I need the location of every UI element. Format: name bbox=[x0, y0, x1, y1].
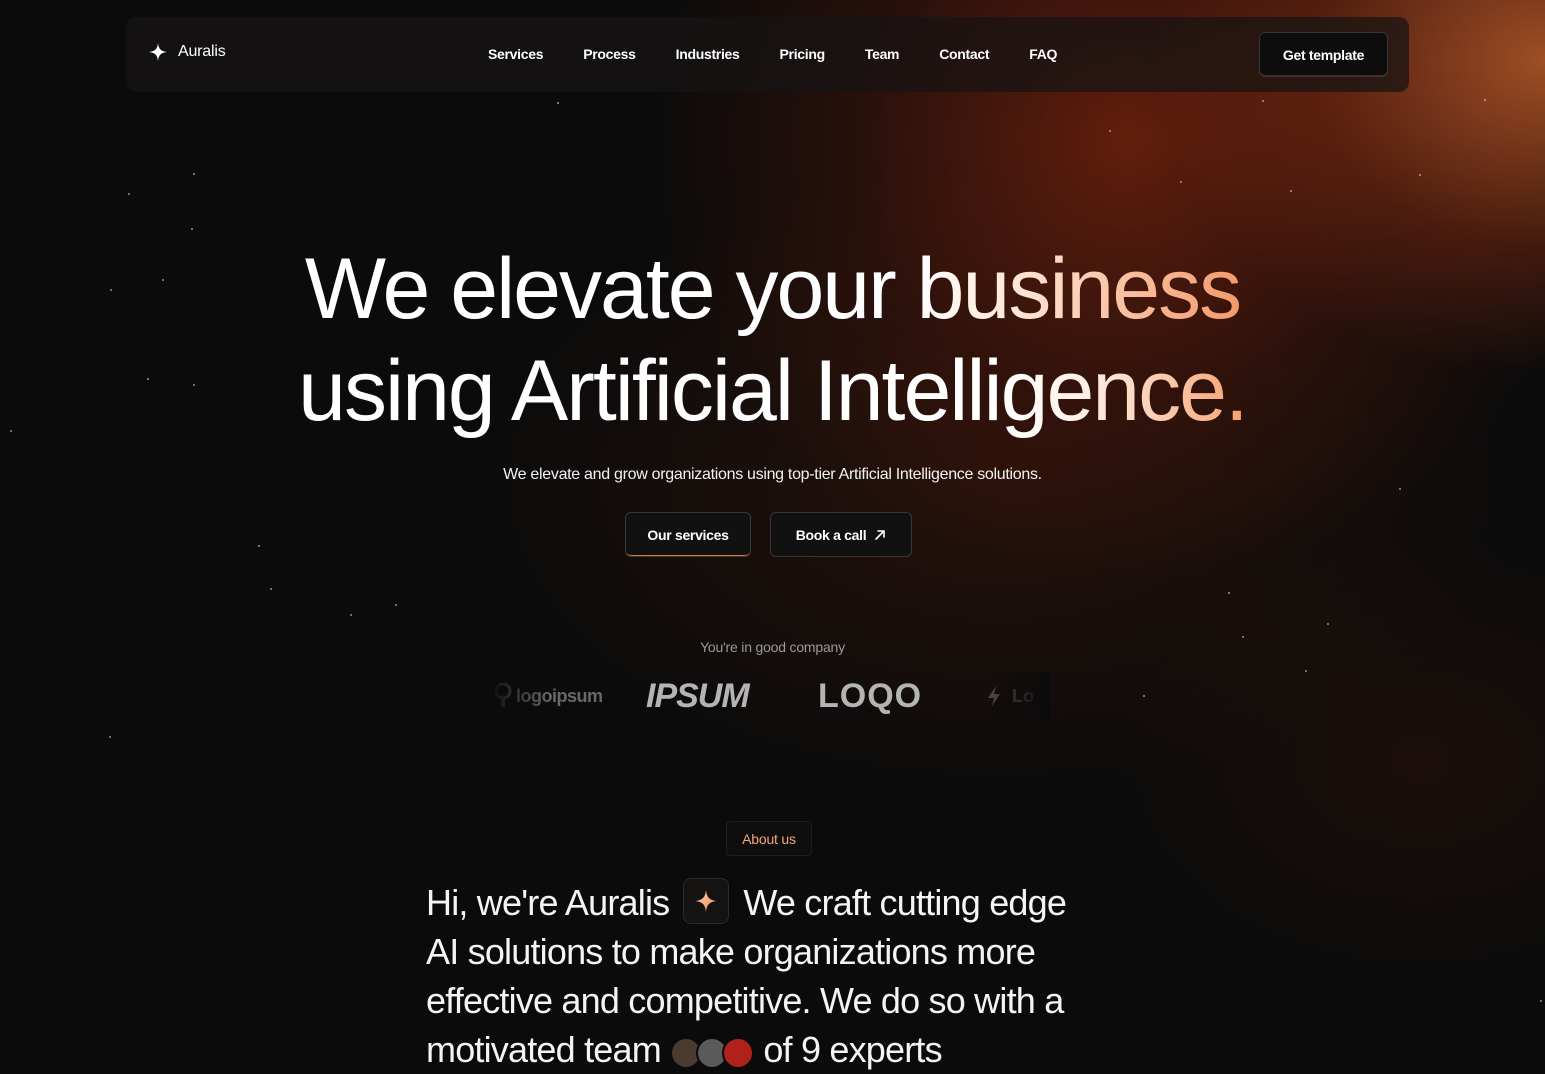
top-navbar: Auralis Services Process Industries Pric… bbox=[126, 17, 1409, 92]
our-services-button[interactable]: Our services bbox=[625, 512, 751, 557]
star-dot bbox=[1290, 190, 1292, 192]
hero-title-line1: We elevate your business bbox=[0, 238, 1545, 340]
star-dot bbox=[1399, 488, 1401, 490]
sparkle-icon bbox=[149, 43, 167, 61]
star-dot bbox=[1262, 100, 1264, 102]
about-line-3: effective and competitive. We do so with… bbox=[426, 980, 1064, 1021]
our-services-label: Our services bbox=[647, 526, 729, 543]
social-proof-label: You're in good company bbox=[700, 639, 845, 655]
nav-link-process[interactable]: Process bbox=[583, 46, 636, 62]
about-line-4: motivated team of 9 experts bbox=[426, 1025, 1126, 1074]
nav-link-industries[interactable]: Industries bbox=[676, 46, 740, 62]
star-dot bbox=[557, 102, 559, 104]
star-dot bbox=[1327, 623, 1329, 625]
logo-loqo-text: LOQO bbox=[818, 676, 923, 715]
nav-link-faq[interactable]: FAQ bbox=[1029, 46, 1057, 62]
hero-title-line1-accent: business bbox=[916, 241, 1242, 337]
about-sparkle-badge bbox=[683, 878, 730, 925]
about-line-2: AI solutions to make organizations more bbox=[426, 931, 1036, 972]
book-a-call-label: Book a call bbox=[795, 526, 867, 543]
nav-link-contact[interactable]: Contact bbox=[939, 46, 989, 62]
star-dot bbox=[109, 736, 111, 738]
about-us-badge: About us bbox=[726, 821, 812, 856]
star-dot bbox=[270, 588, 272, 590]
about-line-4-start: motivated team bbox=[426, 1029, 662, 1070]
arrow-up-right-icon bbox=[875, 529, 886, 540]
team-avatars bbox=[670, 1037, 755, 1070]
logo-loqo: LOQO bbox=[818, 672, 922, 720]
star-dot bbox=[1109, 130, 1111, 132]
nav-link-team[interactable]: Team bbox=[865, 46, 900, 62]
about-line-4-end: of 9 experts bbox=[763, 1029, 942, 1070]
logo-fade-left bbox=[490, 672, 550, 720]
hero-title-line2: using Artificial Intelligence. bbox=[0, 340, 1545, 442]
brand-logo[interactable]: Auralis bbox=[148, 42, 226, 62]
brand-name: Auralis bbox=[178, 43, 226, 60]
star-dot bbox=[1484, 99, 1486, 101]
star-dot bbox=[395, 604, 397, 606]
about-line-1-start: Hi, we're Auralis bbox=[426, 882, 670, 923]
hero-subtitle: We elevate and grow organizations using … bbox=[503, 466, 1042, 483]
about-paragraph: Hi, we're Auralis We craft cutting edge A… bbox=[426, 878, 1126, 1074]
star-dot bbox=[128, 193, 130, 195]
logo-ipsum: IPSUM bbox=[646, 672, 750, 720]
star-dot bbox=[1305, 670, 1307, 672]
star-dot bbox=[1143, 695, 1145, 697]
nav-link-services[interactable]: Services bbox=[488, 46, 544, 62]
hero-title-line1-plain: We elevate your bbox=[304, 241, 917, 337]
book-a-call-button[interactable]: Book a call bbox=[770, 512, 912, 557]
about-line-1-end: We craft cutting edge bbox=[743, 882, 1067, 923]
hero-title: We elevate your business using Artificia… bbox=[0, 238, 1545, 442]
about-line-1: Hi, we're Auralis We craft cutting edge bbox=[426, 878, 1126, 927]
logo-fade-right bbox=[990, 672, 1050, 720]
star-dot bbox=[350, 614, 352, 616]
star-dot bbox=[1419, 174, 1421, 176]
logo-ipsum-text: IPSUM bbox=[646, 676, 750, 715]
sparkle-icon bbox=[695, 890, 718, 913]
nav-links: Services Process Industries Pricing Team… bbox=[488, 46, 1057, 62]
star-dot bbox=[258, 545, 260, 547]
star-dot bbox=[1242, 636, 1244, 638]
hero-title-line2-accent: gence. bbox=[1000, 343, 1249, 439]
logo-carousel: logoipsum IPSUM LOQO Lo bbox=[490, 672, 1050, 720]
get-template-button[interactable]: Get template bbox=[1259, 32, 1388, 77]
star-dot bbox=[1540, 1000, 1542, 1002]
star-dot bbox=[193, 173, 195, 175]
star-dot bbox=[1180, 181, 1182, 183]
hero-title-line2-plain: using Artificial Intelli bbox=[298, 343, 1002, 439]
avatar bbox=[722, 1037, 755, 1070]
star-dot bbox=[1228, 592, 1230, 594]
nav-link-pricing[interactable]: Pricing bbox=[780, 46, 826, 62]
star-dot bbox=[191, 228, 193, 230]
